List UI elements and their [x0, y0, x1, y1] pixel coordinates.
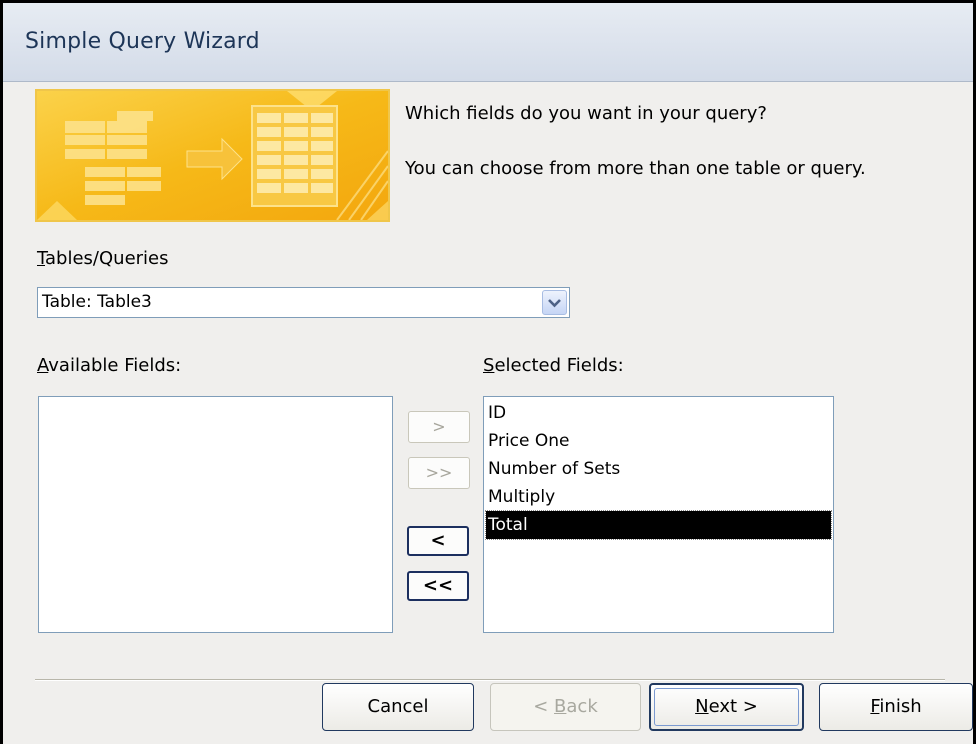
back-label: ack — [566, 696, 598, 717]
focus-ring — [654, 688, 799, 726]
dropdown-button[interactable] — [542, 290, 567, 315]
table-transfer-graphic — [37, 91, 389, 221]
finish-button[interactable]: Finish — [819, 683, 973, 731]
prompt-hint: You can choose from more than one table … — [405, 158, 866, 179]
selected-fields-label-text: elected Fields: — [494, 355, 624, 376]
title-bar: Simple Query Wizard — [3, 3, 973, 82]
list-item[interactable]: Multiply — [486, 483, 831, 511]
remove-field-button[interactable]: < — [407, 526, 469, 556]
selected-fields-access-key: S — [483, 355, 495, 376]
footer-divider — [35, 679, 945, 681]
list-item[interactable]: Price One — [486, 427, 831, 455]
back-access-key: B — [554, 696, 567, 717]
tables-queries-select[interactable]: Table: Table3 — [37, 287, 570, 318]
list-item-selected[interactable]: Total — [485, 510, 832, 540]
prompt-question: Which fields do you want in your query? — [405, 103, 767, 124]
available-fields-access-key: A — [37, 355, 49, 376]
available-fields-list[interactable] — [38, 396, 393, 633]
tables-queries-value: Table: Table3 — [42, 292, 152, 312]
tables-queries-label-text: ables/Queries — [45, 248, 169, 269]
tables-queries-label: Tables/Queries — [37, 248, 169, 269]
list-item[interactable]: ID — [486, 399, 831, 427]
selected-fields-label: Selected Fields: — [483, 355, 624, 376]
available-fields-label: Available Fields: — [37, 355, 181, 376]
cancel-button[interactable]: Cancel — [322, 683, 474, 731]
back-prefix: < — [533, 696, 555, 717]
remove-all-fields-button[interactable]: << — [407, 571, 469, 601]
wizard-banner-graphic — [35, 89, 390, 222]
tables-queries-access-key: T — [37, 248, 46, 269]
add-all-fields-button[interactable]: >> — [408, 457, 470, 489]
list-item[interactable]: Number of Sets — [486, 455, 831, 483]
selected-fields-list[interactable]: ID Price One Number of Sets Multiply Tot… — [483, 396, 834, 633]
chevron-down-icon — [548, 299, 561, 308]
back-button[interactable]: < Back — [490, 683, 641, 731]
available-fields-label-text: vailable Fields: — [48, 355, 182, 376]
next-button[interactable]: Next > — [649, 683, 804, 731]
add-field-button[interactable]: > — [408, 411, 470, 443]
wizard-window: Simple Query Wizard Which fields do you … — [0, 0, 976, 744]
window-title: Simple Query Wizard — [25, 29, 260, 54]
finish-label: inish — [879, 696, 922, 717]
